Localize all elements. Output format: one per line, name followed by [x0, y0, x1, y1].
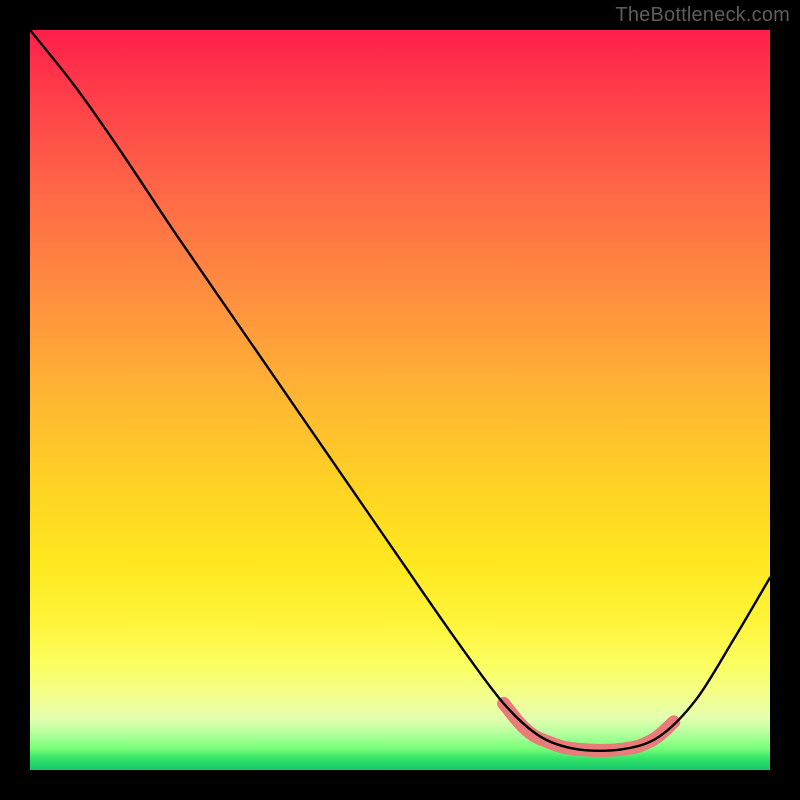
chart-plot-area	[30, 30, 770, 770]
chart-frame: TheBottleneck.com	[0, 0, 800, 800]
optimal-band	[504, 703, 674, 750]
bottleneck-curve	[30, 30, 770, 751]
watermark-text: TheBottleneck.com	[615, 4, 790, 27]
chart-curves-svg	[30, 30, 770, 770]
